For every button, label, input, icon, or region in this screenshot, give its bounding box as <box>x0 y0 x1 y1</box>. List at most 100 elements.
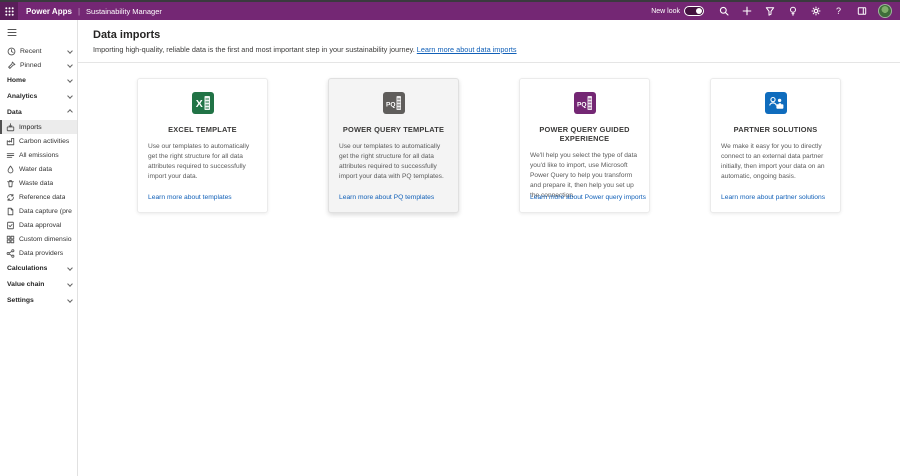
card-description: We make it easy for you to directly conn… <box>721 142 830 182</box>
sidebar-item-label: Imports <box>19 124 42 131</box>
chevron-down-icon <box>67 281 73 287</box>
waffle-glyph <box>5 7 14 16</box>
learn-more-templates-link[interactable]: Learn more about templates <box>148 194 232 201</box>
sidebar-item-pinned[interactable]: Pinned <box>0 58 77 72</box>
sidebar-item-label: All emissions <box>19 152 59 159</box>
sidebar-item-custom-dimensions[interactable]: Custom dimensions <box>0 232 77 246</box>
card-description: Use our templates to automatically get t… <box>148 142 257 182</box>
sidebar-item-label: Waste data <box>19 180 53 187</box>
sidebar-item-recent[interactable]: Recent <box>0 44 77 58</box>
page-description-text: Importing high-quality, reliable data is… <box>93 45 415 54</box>
sidebar-item-all-emissions[interactable]: All emissions <box>0 148 77 162</box>
reference-data-icon <box>6 193 15 202</box>
card-power-query-guided-experience[interactable]: PQ POWER QUERY GUIDED EXPERIENCE We'll h… <box>519 78 650 213</box>
new-look-label: New look <box>651 8 680 15</box>
learn-more-partner-solutions-link[interactable]: Learn more about partner solutions <box>721 194 825 201</box>
sidebar-item-data-approval[interactable]: Data approval <box>0 218 77 232</box>
waffle-menu-icon[interactable] <box>0 2 18 20</box>
sidebar-item-label: Data approval <box>19 222 61 229</box>
brand-title[interactable]: Power Apps <box>26 7 72 16</box>
learn-more-data-imports-link[interactable]: Learn more about data imports <box>417 45 517 54</box>
sidebar-item-data-providers[interactable]: Data providers <box>0 246 77 260</box>
custom-dimensions-icon <box>6 235 15 244</box>
sidebar-group-label: Home <box>7 77 26 84</box>
lightbulb-icon[interactable] <box>781 2 804 20</box>
sidebar-item-imports[interactable]: Imports <box>0 120 77 134</box>
waste-icon <box>6 179 15 188</box>
sidebar-group-home[interactable]: Home <box>0 72 77 88</box>
sidebar-group-label: Analytics <box>7 93 37 100</box>
card-power-query-template[interactable]: PQ POWER QUERY TEMPLATE Use our template… <box>328 78 459 213</box>
sidebar-group-label: Value chain <box>7 281 44 288</box>
page-header: Data imports Importing high-quality, rel… <box>78 20 900 63</box>
page-description: Importing high-quality, reliable data is… <box>93 45 884 54</box>
avatar[interactable] <box>878 4 892 18</box>
learn-more-pq-templates-link[interactable]: Learn more about PQ templates <box>339 194 434 201</box>
imports-icon <box>6 123 15 132</box>
sidebar-item-label: Water data <box>19 166 52 173</box>
sidebar-item-reference-data[interactable]: Reference data <box>0 190 77 204</box>
learn-more-power-query-imports-link[interactable]: Learn more about Power query imports <box>530 194 646 201</box>
svg-text:X: X <box>195 98 202 110</box>
page-title: Data imports <box>93 29 884 41</box>
sidebar-group-label: Data <box>7 109 22 116</box>
sidebar-item-label: Recent <box>20 48 42 55</box>
app-shell: Recent Pinned Home Analytics Data <box>0 20 900 476</box>
hamburger-menu-icon[interactable] <box>0 24 77 40</box>
sidebar-item-waste-data[interactable]: Waste data <box>0 176 77 190</box>
data-approval-icon <box>6 221 15 230</box>
sidebar-item-label: Pinned <box>20 62 41 69</box>
gear-icon[interactable] <box>804 2 827 20</box>
sidebar-group-analytics[interactable]: Analytics <box>0 88 77 104</box>
card-title: POWER QUERY TEMPLATE <box>339 125 448 134</box>
data-providers-icon <box>6 249 15 258</box>
sidebar-item-label: Reference data <box>19 194 65 201</box>
topbar-actions: New look ? <box>651 2 900 20</box>
chevron-down-icon <box>67 48 73 54</box>
card-excel-template[interactable]: X EXCEL TEMPLATE Use our templates to au… <box>137 78 268 213</box>
app-name[interactable]: Sustainability Manager <box>86 7 162 16</box>
chevron-down-icon <box>67 77 73 83</box>
emissions-icon <box>6 151 15 160</box>
power-query-purple-icon: PQ <box>574 92 596 114</box>
help-icon[interactable]: ? <box>827 2 850 20</box>
clock-icon <box>7 47 16 56</box>
sidebar-item-water-data[interactable]: Water data <box>0 162 77 176</box>
power-query-gray-icon: PQ <box>383 92 405 114</box>
app-top-bar: Power Apps | Sustainability Manager New … <box>0 2 900 20</box>
search-icon[interactable] <box>712 2 735 20</box>
sidebar-group-settings[interactable]: Settings <box>0 292 77 308</box>
chevron-down-icon <box>67 265 73 271</box>
sidebar-item-label: Custom dimensions <box>19 236 72 243</box>
card-description: Use our templates to automatically get t… <box>339 142 448 182</box>
new-look-toggle[interactable] <box>684 6 704 16</box>
sidebar-group-data[interactable]: Data <box>0 104 77 120</box>
svg-text:PQ: PQ <box>577 101 587 108</box>
add-icon[interactable] <box>735 2 758 20</box>
water-icon <box>6 165 15 174</box>
sidebar-item-carbon-activities[interactable]: Carbon activities <box>0 134 77 148</box>
sidebar-group-value-chain[interactable]: Value chain <box>0 276 77 292</box>
pin-icon <box>7 61 16 70</box>
side-panel-icon[interactable] <box>850 2 873 20</box>
sidebar-group-calculations[interactable]: Calculations <box>0 260 77 276</box>
sidebar-item-label: Carbon activities <box>19 138 69 145</box>
chevron-down-icon <box>67 93 73 99</box>
sidebar-group-label: Calculations <box>7 265 47 272</box>
chevron-up-icon <box>67 109 73 115</box>
card-title: EXCEL TEMPLATE <box>148 125 257 134</box>
toggle-knob <box>696 8 702 14</box>
filter-icon[interactable] <box>758 2 781 20</box>
sidebar-group-label: Settings <box>7 297 34 304</box>
sidebar-item-data-capture[interactable]: Data capture (preview) <box>0 204 77 218</box>
excel-icon: X <box>192 92 214 114</box>
topbar-divider: | <box>78 7 80 16</box>
card-partner-solutions[interactable]: PARTNER SOLUTIONS We make it easy for yo… <box>710 78 841 213</box>
svg-text:PQ: PQ <box>386 101 396 108</box>
partner-solutions-icon <box>765 92 787 114</box>
sidebar-item-label: Data providers <box>19 250 63 257</box>
card-title: POWER QUERY GUIDED EXPERIENCE <box>530 125 639 143</box>
chevron-down-icon <box>67 297 73 303</box>
carbon-activities-icon <box>6 137 15 146</box>
sidebar: Recent Pinned Home Analytics Data <box>0 20 78 476</box>
